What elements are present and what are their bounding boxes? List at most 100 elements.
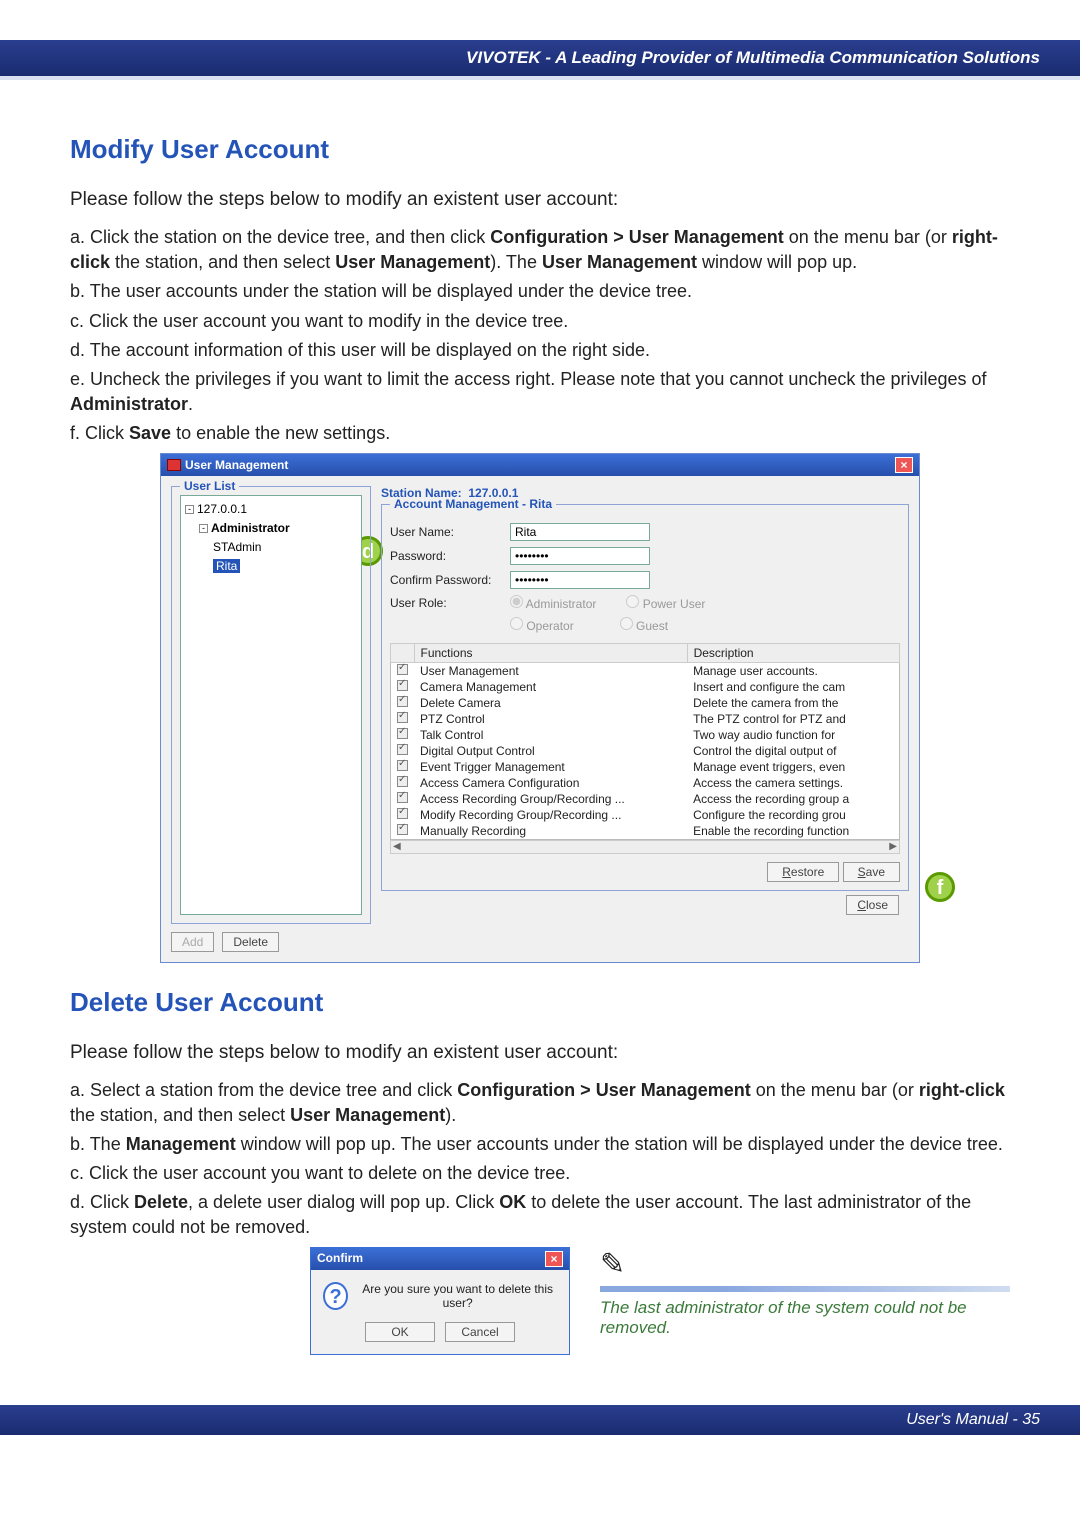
func-name: Camera Management xyxy=(414,679,687,695)
func-name: Access Camera Configuration xyxy=(414,775,687,791)
s2-c: c. Click the user account you want to de… xyxy=(70,1161,1010,1186)
window-titlebar[interactable]: User Management × xyxy=(161,454,919,476)
tree-rita[interactable]: Rita xyxy=(213,557,357,576)
radio-operator[interactable]: Operator xyxy=(510,617,574,633)
horizontal-scrollbar[interactable]: ◀▶ xyxy=(390,840,900,854)
s2-a-p1: a. Select a station from the device tree… xyxy=(70,1080,457,1100)
step-a-part5: window will pop up. xyxy=(697,252,857,272)
table-row[interactable]: User ManagementManage user accounts. xyxy=(391,662,900,679)
checkbox-icon[interactable] xyxy=(397,744,408,755)
username-label: User Name: xyxy=(390,525,510,539)
confirm-message: Are you sure you want to delete this use… xyxy=(358,1282,557,1310)
s2-d-b2: OK xyxy=(499,1192,526,1212)
func-name: PTZ Control xyxy=(414,711,687,727)
table-row[interactable]: Delete CameraDelete the camera from the xyxy=(391,695,900,711)
table-row[interactable]: PTZ ControlThe PTZ control for PTZ and xyxy=(391,711,900,727)
func-name: Delete Camera xyxy=(414,695,687,711)
func-desc: Enable the recording function xyxy=(687,823,899,840)
s2-a-p2: on the menu bar (or xyxy=(751,1080,919,1100)
step-a-bold4: User Management xyxy=(542,252,697,272)
step-e-bold: Administrator xyxy=(70,394,188,414)
account-legend: Account Management - Rita xyxy=(390,497,556,511)
user-management-window: User Management × c d f User List -127.0… xyxy=(160,453,920,963)
step-c: c. Click the user account you want to mo… xyxy=(70,309,1010,334)
s2-d-b1: Delete xyxy=(134,1192,188,1212)
step-f-part1: f. Click xyxy=(70,423,129,443)
note-divider xyxy=(600,1286,1010,1292)
radio-guest[interactable]: Guest xyxy=(620,617,668,633)
func-desc: The PTZ control for PTZ and xyxy=(687,711,899,727)
checkbox-icon[interactable] xyxy=(397,712,408,723)
func-desc: Access the camera settings. xyxy=(687,775,899,791)
func-desc: Configure the recording grou xyxy=(687,807,899,823)
password-label: Password: xyxy=(390,549,510,563)
step-a-part2: on the menu bar (or xyxy=(784,227,952,247)
section1-intro: Please follow the steps below to modify … xyxy=(70,189,1010,211)
func-desc: Control the digital output of xyxy=(687,743,899,759)
restore-button[interactable]: Restore xyxy=(767,862,839,882)
checkbox-icon[interactable] xyxy=(397,664,408,675)
user-list-legend: User List xyxy=(180,479,239,493)
confirm-ok-button[interactable]: OK xyxy=(365,1322,435,1342)
username-input[interactable] xyxy=(510,523,650,541)
note-box: ✎ The last administrator of the system c… xyxy=(600,1247,1010,1338)
step-a-part4: ). The xyxy=(490,252,542,272)
table-row[interactable]: Modify Recording Group/Recording ...Conf… xyxy=(391,807,900,823)
checkbox-icon[interactable] xyxy=(397,824,408,835)
device-tree[interactable]: -127.0.0.1 -Administrator STAdmin Rita xyxy=(180,495,362,915)
func-name: User Management xyxy=(414,662,687,679)
checkbox-icon[interactable] xyxy=(397,680,408,691)
confirm-password-input[interactable] xyxy=(510,571,650,589)
th-functions[interactable]: Functions xyxy=(414,643,687,662)
save-button[interactable]: Save xyxy=(843,862,900,882)
radio-power[interactable]: Power User xyxy=(626,595,705,611)
checkbox-icon[interactable] xyxy=(397,728,408,739)
confirm-close-icon[interactable]: × xyxy=(545,1251,563,1267)
step-e-part1: e. Uncheck the privileges if you want to… xyxy=(70,369,987,389)
checkbox-icon[interactable] xyxy=(397,696,408,707)
add-button[interactable]: Add xyxy=(171,932,214,952)
table-row[interactable]: Event Trigger ManagementManage event tri… xyxy=(391,759,900,775)
func-name: Modify Recording Group/Recording ... xyxy=(414,807,687,823)
close-icon[interactable]: × xyxy=(895,457,913,473)
func-name: Event Trigger Management xyxy=(414,759,687,775)
delete-button[interactable]: Delete xyxy=(222,932,279,952)
checkbox-icon[interactable] xyxy=(397,808,408,819)
app-icon xyxy=(167,459,181,471)
th-description[interactable]: Description xyxy=(687,643,899,662)
table-row[interactable]: Camera ManagementInsert and configure th… xyxy=(391,679,900,695)
question-icon: ? xyxy=(323,1282,348,1310)
note-text: The last administrator of the system cou… xyxy=(600,1298,1010,1338)
table-row[interactable]: Manually RecordingEnable the recording f… xyxy=(391,823,900,840)
section1-title: Modify User Account xyxy=(70,134,1010,165)
section1-steps: a. Click the station on the device tree,… xyxy=(70,225,1010,447)
step-f-part2: to enable the new settings. xyxy=(171,423,390,443)
table-row[interactable]: Access Camera ConfigurationAccess the ca… xyxy=(391,775,900,791)
tree-root[interactable]: -127.0.0.1 xyxy=(185,500,357,519)
tree-stadmin[interactable]: STAdmin xyxy=(213,538,357,557)
checkbox-icon[interactable] xyxy=(397,792,408,803)
page-footer: User's Manual - 35 xyxy=(0,1405,1080,1435)
func-desc: Insert and configure the cam xyxy=(687,679,899,695)
table-row[interactable]: Access Recording Group/Recording ...Acce… xyxy=(391,791,900,807)
confirm-dialog: Confirm × ? Are you sure you want to del… xyxy=(310,1247,570,1355)
password-input[interactable] xyxy=(510,547,650,565)
table-row[interactable]: Talk ControlTwo way audio function for xyxy=(391,727,900,743)
functions-table[interactable]: Functions Description User ManagementMan… xyxy=(390,643,900,840)
checkbox-icon[interactable] xyxy=(397,776,408,787)
checkbox-icon[interactable] xyxy=(397,760,408,771)
step-a-bold3: User Management xyxy=(335,252,490,272)
confirm-titlebar[interactable]: Confirm × xyxy=(311,1248,569,1270)
func-desc: Delete the camera from the xyxy=(687,695,899,711)
confirm-cancel-button[interactable]: Cancel xyxy=(445,1322,515,1342)
func-desc: Access the recording group a xyxy=(687,791,899,807)
s2-a-p4: ). xyxy=(445,1105,456,1125)
section2-title: Delete User Account xyxy=(70,987,1010,1018)
section2-intro: Please follow the steps below to modify … xyxy=(70,1042,1010,1064)
step-a-part3: the station, and then select xyxy=(110,252,335,272)
note-icon: ✎ xyxy=(600,1247,1010,1282)
radio-admin[interactable]: Administrator xyxy=(510,595,596,611)
table-row[interactable]: Digital Output ControlControl the digita… xyxy=(391,743,900,759)
close-button[interactable]: Close xyxy=(846,895,899,915)
tree-admin[interactable]: -Administrator xyxy=(199,519,357,538)
